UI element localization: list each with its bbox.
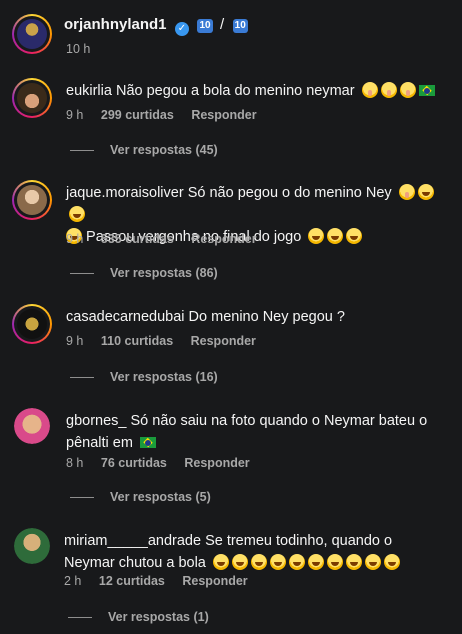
- shushing-face-emoji: [361, 82, 378, 98]
- replies-divider: [70, 150, 94, 152]
- comment-text: Não pegou a bola do menino neymar: [115, 83, 355, 99]
- commenter-username[interactable]: eukirlia: [66, 83, 112, 99]
- commenter-username[interactable]: gbornes_: [66, 413, 126, 429]
- post-author-avatar[interactable]: [12, 14, 52, 54]
- replies-divider: [70, 497, 94, 499]
- comment-text: Só não saiu na foto quando o Neymar bate…: [130, 413, 428, 429]
- laughing-face-emoji: [231, 554, 248, 570]
- reply-button[interactable]: Responder: [184, 456, 249, 470]
- comment-time: 2 h: [64, 574, 82, 588]
- post-author-username[interactable]: orjanhnyland1: [64, 16, 167, 33]
- replies-divider: [68, 617, 92, 619]
- brazil-flag-emoji: [139, 437, 156, 448]
- commenter-username[interactable]: jaque.moraisoliver: [66, 185, 184, 201]
- view-replies-label: Ver respostas (16): [110, 370, 218, 384]
- laughing-face-emoji: [383, 554, 400, 570]
- view-replies-button[interactable]: Ver respostas (16): [70, 370, 218, 384]
- badge-ten: 10: [232, 19, 248, 33]
- laughing-face-emoji: [326, 554, 343, 570]
- comment-time: 9 h: [66, 232, 84, 246]
- badge-ten: 10: [197, 19, 213, 33]
- comment-item: gbornes_ Só não saiu na foto quando o Ne…: [0, 404, 462, 514]
- comment-text: Só não pegou o do menino Ney: [187, 185, 392, 201]
- comment-text-continued: chutou a bola: [118, 555, 206, 571]
- comment-item: eukirlia Não pegou a bola do menino neym…: [0, 74, 462, 174]
- view-replies-button[interactable]: Ver respostas (45): [70, 143, 218, 157]
- commenter-avatar[interactable]: [12, 180, 52, 220]
- commenter-username[interactable]: casadecarnedubai: [66, 309, 185, 325]
- post-time: 10 h: [66, 42, 91, 56]
- reply-button[interactable]: Responder: [182, 574, 247, 588]
- commenter-avatar[interactable]: [12, 78, 52, 118]
- shushing-face-emoji: [380, 82, 397, 98]
- view-replies-label: Ver respostas (45): [110, 143, 218, 157]
- laughing-face-emoji: [308, 228, 325, 244]
- laughing-face-emoji: [269, 554, 286, 570]
- comment-time: 8 h: [66, 456, 84, 470]
- comment-item: jaque.moraisoliver Só não pegou o do men…: [0, 176, 462, 286]
- laughing-face-emoji: [307, 554, 324, 570]
- reply-button[interactable]: Responder: [191, 232, 256, 246]
- post-header: orjanhnyland1 ✓ 10 / 10 10 h: [12, 14, 452, 58]
- comment-text-continued: pênalti em: [66, 435, 133, 451]
- view-replies-label: Ver respostas (5): [110, 490, 211, 504]
- replies-divider: [70, 377, 94, 379]
- reply-button[interactable]: Responder: [191, 108, 256, 122]
- commenter-username[interactable]: miriam_____andrade: [64, 533, 201, 549]
- laughing-face-emoji: [345, 554, 362, 570]
- comments-panel: orjanhnyland1 ✓ 10 / 10 10 h eukirlia Nã…: [0, 0, 462, 634]
- view-replies-label: Ver respostas (86): [110, 266, 218, 280]
- reply-button[interactable]: Responder: [191, 334, 256, 348]
- view-replies-label: Ver respostas (1): [108, 610, 209, 624]
- shushing-face-emoji: [399, 82, 416, 98]
- like-count[interactable]: 535 curtidas: [101, 232, 174, 246]
- laughing-face-emoji: [212, 554, 229, 570]
- like-count[interactable]: 110 curtidas: [101, 334, 173, 348]
- laughing-face-emoji: [346, 228, 363, 244]
- face-with-hand-emoji: [398, 184, 415, 200]
- comment-time: 9 h: [66, 334, 84, 348]
- commenter-avatar[interactable]: [14, 528, 50, 564]
- verified-icon: ✓: [174, 22, 189, 36]
- commenter-avatar[interactable]: [14, 408, 50, 444]
- brazil-flag-emoji: [418, 85, 435, 96]
- comment-item: casadecarnedubai Do menino Ney pegou ? 9…: [0, 300, 462, 390]
- laughing-face-emoji: [250, 554, 267, 570]
- commenter-avatar[interactable]: [12, 304, 52, 344]
- laughing-face-emoji: [364, 554, 381, 570]
- laughing-face-emoji: [327, 228, 344, 244]
- like-count[interactable]: 76 curtidas: [101, 456, 167, 470]
- replies-divider: [70, 273, 94, 275]
- comment-item: miriam_____andrade Se tremeu todinho, qu…: [0, 524, 462, 634]
- like-count[interactable]: 299 curtidas: [101, 108, 174, 122]
- laughing-face-emoji: [417, 184, 434, 200]
- laughing-face-emoji: [288, 554, 305, 570]
- view-replies-button[interactable]: Ver respostas (86): [70, 266, 218, 280]
- laughing-face-emoji: [69, 206, 85, 222]
- view-replies-button[interactable]: Ver respostas (5): [70, 490, 211, 504]
- comment-text: Do menino Ney pegou ?: [188, 309, 345, 325]
- comment-time: 9 h: [66, 108, 84, 122]
- like-count[interactable]: 12 curtidas: [99, 574, 165, 588]
- view-replies-button[interactable]: Ver respostas (1): [68, 610, 209, 624]
- badge-separator: /: [220, 16, 225, 33]
